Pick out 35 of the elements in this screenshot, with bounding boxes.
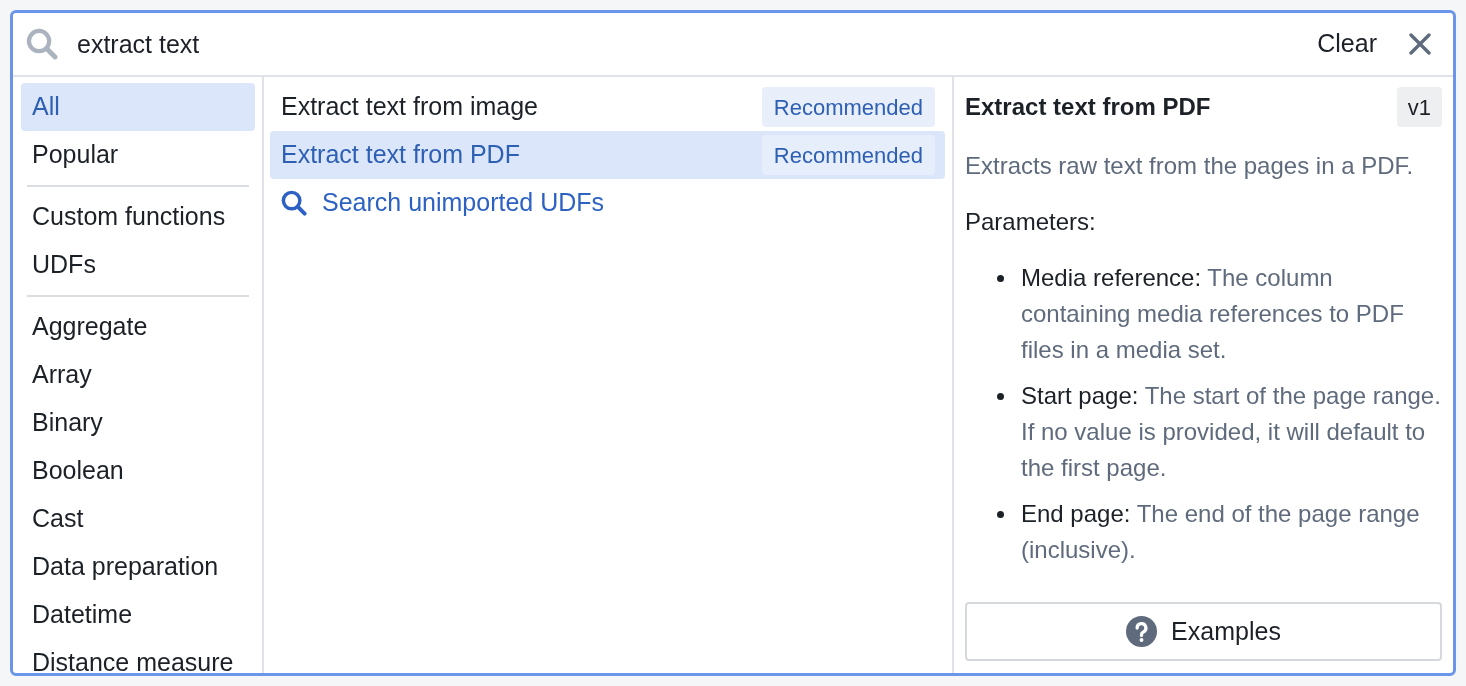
result-item[interactable]: Extract text from image Recommended [270, 83, 945, 131]
category-item[interactable]: Distance measure [21, 639, 255, 673]
clear-button[interactable]: Clear [1313, 23, 1381, 65]
examples-button[interactable]: Examples [965, 602, 1442, 661]
category-item[interactable]: Popular [21, 131, 255, 179]
recommended-tag: Recommended [761, 87, 935, 127]
category-item[interactable]: Datetime [21, 591, 255, 639]
bullet-icon [997, 275, 1004, 282]
category-item[interactable]: Aggregate [21, 303, 255, 351]
bullet-icon [997, 511, 1004, 518]
parameter-description: Media reference: The column containing media references to PDF files in a media set. [1021, 263, 1405, 365]
search-link[interactable]: Search unimported UDFs [270, 179, 616, 227]
close-icon [1409, 33, 1431, 55]
search-field[interactable]: extract text [73, 23, 1314, 65]
function-title: Extract text from PDF [965, 92, 1211, 122]
category-item[interactable]: Custom functions [21, 193, 255, 241]
category-item[interactable]: Data preparation [21, 543, 255, 591]
category-item[interactable]: Cast [21, 495, 255, 543]
parameter-description: End page: The end of the page range (inclusive). [1021, 499, 1421, 565]
search-icon [26, 28, 58, 60]
category-item[interactable]: Binary [21, 399, 255, 447]
help-icon [1126, 616, 1158, 647]
function-description: Extracts raw text from the pages in a PDF. [965, 151, 1415, 181]
close-button[interactable] [1407, 31, 1433, 57]
version-tag: v1 [1396, 87, 1442, 127]
category-item[interactable]: UDFs [21, 241, 255, 289]
category-item[interactable]: Array [21, 351, 255, 399]
parameter-description: Start page: The start of the page range. If no value is provided, it will default to the first page. [1021, 381, 1442, 483]
recommended-tag: Recommended [761, 135, 935, 175]
bullet-icon [997, 393, 1004, 400]
category-item[interactable]: Boolean [21, 447, 255, 495]
search-icon [281, 190, 307, 216]
category-item[interactable]: All [21, 83, 255, 131]
result-item[interactable]: Extract text from PDF Recommended [270, 131, 945, 179]
parameters-heading: Parameters: [965, 207, 1097, 237]
